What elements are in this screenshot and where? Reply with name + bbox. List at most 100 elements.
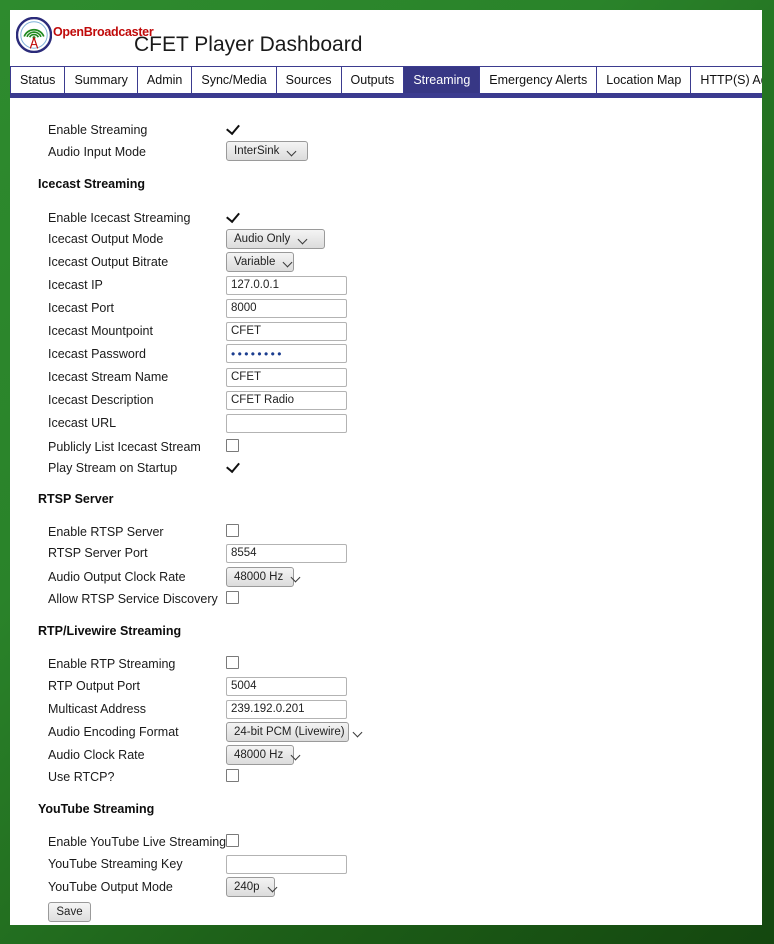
checkbox-play-stream-on-startup[interactable] [226,460,239,473]
section-heading-rtsp: RTSP Server [38,492,114,506]
select-audio-encoding-format[interactable]: 24-bit PCM (Livewire) [226,722,349,742]
row-icecast-ip: Icecast IP [10,275,762,299]
checkbox-enable-rtsp[interactable] [226,524,239,537]
label-enable-rtp: Enable RTP Streaming [48,657,176,671]
input-rtp-output-port[interactable] [226,676,347,696]
select-value: 240p [234,881,260,893]
row-multicast-address: Multicast Address [10,699,762,723]
label-multicast-address: Multicast Address [48,702,146,716]
control-slot [226,210,239,228]
control-slot [226,524,239,542]
select-value: Audio Only [234,233,291,245]
label-icecast-mountpoint: Icecast Mountpoint [48,324,153,338]
select-icecast-output-mode[interactable]: Audio Only [226,229,325,249]
tab-sources[interactable]: Sources [276,67,342,93]
select-youtube-output-mode[interactable]: 240p [226,877,275,897]
checkbox-use-rtcp[interactable] [226,769,239,782]
input-icecast-description[interactable] [226,390,347,410]
input-icecast-password[interactable] [226,344,347,363]
chevron-down-icon [288,147,297,156]
row-rtp-output-port: RTP Output Port [10,676,762,700]
input-icecast-stream-name[interactable] [226,367,347,387]
main-tab-bar: Status Summary Admin Sync/Media Sources Outpu… [10,66,762,93]
label-enable-youtube: Enable YouTube Live Streaming [48,835,227,849]
row-icecast-mountpoint: Icecast Mountpoint [10,321,762,345]
checkbox-publicly-list-icecast[interactable] [226,439,239,452]
input-icecast-port[interactable] [226,298,347,318]
control-slot [226,439,239,457]
checkbox-enable-icecast[interactable] [226,210,239,223]
row-audio-input-mode: Audio Input Mode InterSink [10,141,762,166]
label-enable-streaming: Enable Streaming [48,123,148,137]
label-publicly-list-icecast: Publicly List Icecast Stream [48,440,201,454]
select-audio-clock-rate[interactable]: 48000 Hz [226,745,294,765]
row-enable-icecast: Enable Icecast Streaming [10,210,762,232]
label-rtp-output-port: RTP Output Port [48,679,140,693]
label-audio-encoding-format: Audio Encoding Format [48,725,179,739]
row-publicly-list-icecast: Publicly List Icecast Stream [10,439,762,461]
row-enable-rtsp: Enable RTSP Server [10,524,762,546]
row-icecast-description: Icecast Description [10,390,762,414]
select-value: 48000 Hz [234,749,284,761]
tab-outputs[interactable]: Outputs [341,67,405,93]
save-button[interactable]: Save [48,902,91,922]
tab-admin[interactable]: Admin [137,67,193,93]
checkbox-enable-youtube[interactable] [226,834,239,847]
chevron-down-icon [354,728,363,737]
tab-status[interactable]: Status [10,67,66,93]
label-rtsp-service-discovery: Allow RTSP Service Discovery [48,592,218,606]
select-value: 24-bit PCM (Livewire) [234,726,345,738]
control-slot [226,298,347,318]
select-audio-input-mode[interactable]: InterSink [226,141,308,161]
section-heading-rtp: RTP/Livewire Streaming [38,624,182,638]
row-rtsp-port: RTSP Server Port [10,543,762,567]
label-youtube-streaming-key: YouTube Streaming Key [48,857,183,871]
label-icecast-url: Icecast URL [48,416,117,430]
input-icecast-mountpoint[interactable] [226,321,347,341]
page-container: OpenBroadcaster CFET Player Dashboard St… [10,10,762,925]
label-audio-input-mode: Audio Input Mode [48,145,146,159]
window-frame: OpenBroadcaster CFET Player Dashboard St… [0,0,774,944]
select-icecast-output-bitrate[interactable]: Variable [226,252,294,272]
control-slot [226,413,347,433]
row-icecast-port: Icecast Port [10,298,762,322]
brand-logo[interactable]: OpenBroadcaster [16,17,154,53]
checkbox-enable-rtp[interactable] [226,656,239,669]
input-icecast-ip[interactable] [226,275,347,295]
control-slot [226,699,347,719]
control-slot: Variable [226,252,294,272]
label-rtsp-port: RTSP Server Port [48,546,148,560]
control-slot [226,591,239,609]
control-slot [226,676,347,696]
row-icecast-output-mode: Icecast Output Mode Audio Only [10,229,762,253]
input-multicast-address[interactable] [226,699,347,719]
checkbox-rtsp-service-discovery[interactable] [226,591,239,604]
tab-location-map[interactable]: Location Map [597,67,692,93]
tab-emergency-alerts[interactable]: Emergency Alerts [480,67,598,93]
control-slot [226,769,239,787]
control-slot [226,344,347,363]
tab-sync-media[interactable]: Sync/Media [192,67,277,93]
label-icecast-password: Icecast Password [48,347,146,361]
tab-streaming[interactable]: Streaming [404,67,481,93]
row-audio-clock-rate: Audio Clock Rate 48000 Hz [10,745,762,769]
chevron-down-icon [284,258,293,267]
streaming-settings-form: Enable Streaming Audio Input Mode InterS… [10,98,762,925]
label-enable-icecast: Enable Icecast Streaming [48,211,191,225]
tab-summary[interactable]: Summary [65,67,138,93]
section-heading-icecast: Icecast Streaming [38,177,145,191]
chevron-down-icon [292,751,301,760]
control-slot: 24-bit PCM (Livewire) [226,722,349,742]
control-slot [226,390,347,410]
tab-http-s-admin[interactable]: HTTP(S) Admin [691,67,762,93]
section-heading-youtube: YouTube Streaming [38,802,155,816]
input-icecast-url[interactable] [226,413,347,433]
row-enable-rtp: Enable RTP Streaming [10,656,762,678]
select-audio-output-clock-rate[interactable]: 48000 Hz [226,567,294,587]
label-play-stream-on-startup: Play Stream on Startup [48,461,178,475]
select-value: 48000 Hz [234,571,284,583]
label-icecast-port: Icecast Port [48,301,114,315]
input-youtube-streaming-key[interactable] [226,854,347,874]
input-rtsp-port[interactable] [226,543,347,563]
checkbox-enable-streaming[interactable] [226,122,239,135]
